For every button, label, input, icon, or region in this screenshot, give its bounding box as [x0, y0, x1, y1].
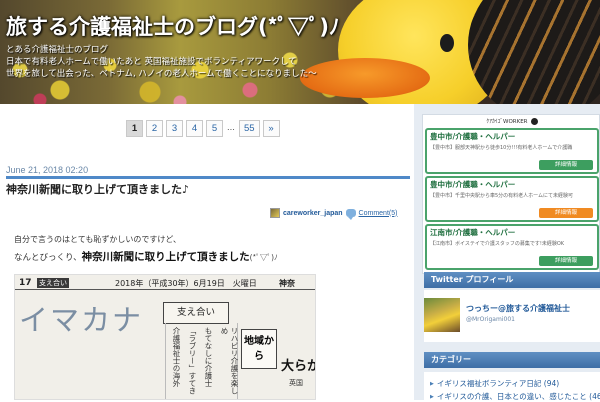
blog-description-line: 世界を旅して出会った、ベトナム, ハノイの老人ホームで働くことになりました〜	[6, 69, 317, 79]
comment-icon	[345, 209, 356, 220]
blog-description: とある介護福祉士のブログ 日本で有料老人ホームで働いたあと 英国福祉施設でボラン…	[6, 44, 317, 80]
page-3-button[interactable]: 3	[166, 120, 183, 137]
job-ad-details-button[interactable]: 詳細情報	[539, 160, 593, 170]
job-ad-card[interactable]: 豊中市/介護職・ヘルパー 【豊中市】服部天神駅から徒歩10分!!!有料老人ホーム…	[425, 128, 599, 174]
job-ad-details-button[interactable]: 詳細情報	[539, 256, 593, 266]
job-ad-description: 【豊中市】服部天神駅から徒歩10分!!!有料老人ホームで介護職	[430, 145, 573, 151]
ad-brand-label: ｹｱｶｲｺﾞWORKER	[486, 119, 528, 125]
post-body-emoticon: (*ﾟ▽ﾟ)ﾉ	[249, 253, 278, 262]
newspaper-column-text: 介護福祉士の海外	[172, 327, 181, 387]
blog-header-banner[interactable]: 旅する介護福祉士のブログ(*ﾟ▽ﾟ)ﾉ とある介護福祉士のブログ 日本で有料老人…	[0, 0, 600, 104]
category-item[interactable]: イギリス福祉ボランティア日記 (94)	[430, 378, 559, 389]
post-meta: careworker_japan Comment(5)	[270, 208, 398, 220]
samurai-helmet-image	[468, 0, 600, 104]
newspaper-name: 神奈	[279, 279, 295, 288]
newspaper-side-box: 地域から	[241, 329, 277, 369]
job-ad-heading[interactable]: 豊中市/介護職・ヘルパー	[430, 131, 515, 142]
post-divider	[6, 176, 410, 179]
newspaper-clipping-image[interactable]: 17 支え合い 2018年（平成30年）6月19日 火曜日 神奈 イマカナ 支え…	[14, 274, 316, 400]
post-date: June 21, 2018 02:20	[6, 165, 89, 175]
profile-avatar[interactable]	[424, 298, 460, 332]
next-page-button[interactable]: »	[262, 120, 280, 137]
blog-description-line: 日本で有料老人ホームで働いたあと 英国福祉施設でボランティアワークして	[6, 57, 297, 67]
post-body-text: なんとびっくり、	[14, 253, 82, 263]
page-4-button[interactable]: 4	[186, 120, 203, 137]
job-ad-heading[interactable]: 江南市/介護職・ヘルパー	[430, 227, 515, 238]
category-widget: カテゴリー	[424, 352, 600, 368]
job-ad-description: 【江南市】ボイステイで介護スタッフの募集です!未経験OK	[430, 241, 565, 247]
duck-beak-image	[300, 58, 430, 98]
post-author-link[interactable]: careworker_japan	[283, 210, 343, 217]
newspaper-column-text: リハビリ介護を楽しめ	[220, 327, 239, 395]
page-last-button[interactable]: 55	[239, 120, 260, 137]
newspaper-small-text: 英国	[289, 379, 303, 387]
job-ad-widget: ｹｱｶｲｺﾞWORKER 豊中市/介護職・ヘルパー 【豊中市】服部天神駅から徒歩…	[422, 114, 600, 274]
ad-brand[interactable]: ｹｱｶｲｺﾞWORKER	[423, 115, 600, 127]
twitter-widget-title: Twitter プロフィール	[424, 272, 600, 288]
category-item[interactable]: イギリスの介護、日本との違い、感じたこと (46)	[430, 391, 600, 402]
profile-handle[interactable]: @MrOrigami001	[466, 316, 515, 323]
category-widget-title: カテゴリー	[424, 352, 600, 368]
blog-description-line: とある介護福祉士のブログ	[6, 45, 109, 55]
profile-name-link[interactable]: つっちー@旅する介護福祉士	[466, 303, 570, 314]
job-ad-heading[interactable]: 豊中市/介護職・ヘルパー	[430, 179, 515, 190]
newspaper-big-text: 大らかな	[281, 359, 315, 374]
duck-eye-image	[440, 34, 454, 52]
job-ad-card[interactable]: 江南市/介護職・ヘルパー 【江南市】ボイステイで介護スタッフの募集です!未経験O…	[425, 224, 599, 270]
page-1-button[interactable]: 1	[126, 120, 143, 137]
post-title[interactable]: 神奈川新聞に取り上げて頂きました♪	[6, 181, 189, 197]
newspaper-box-label: 支え合い	[163, 302, 229, 324]
twitter-profile-widget: Twitter プロフィール	[424, 272, 600, 288]
category-list: イギリス福祉ボランティア日記 (94) イギリスの介護、日本との違い、感じたこと…	[424, 372, 600, 402]
post-body-line: なんとびっくり、神奈川新聞に取り上げて頂きました(*ﾟ▽ﾟ)ﾉ	[14, 249, 278, 264]
main-column: 1 2 3 4 5 ... 55 » June 21, 2018 02:20 神…	[0, 104, 414, 400]
page-5-button[interactable]: 5	[206, 120, 223, 137]
comment-link[interactable]: Comment(5)	[359, 210, 398, 217]
blog-title[interactable]: 旅する介護福祉士のブログ(*ﾟ▽ﾟ)ﾉ	[6, 11, 340, 41]
newspaper-column-text: もてなしに介護士	[204, 327, 213, 387]
job-ad-description: 【豊中市】千里中央駅から車5分の有料老人ホームにて未経験可	[430, 193, 574, 199]
job-ad-card[interactable]: 豊中市/介護職・ヘルパー 【豊中市】千里中央駅から車5分の有料老人ホームにて未経…	[425, 176, 599, 222]
twitter-profile: つっちー@旅する介護福祉士 @MrOrigami001	[424, 290, 600, 342]
page-2-button[interactable]: 2	[146, 120, 163, 137]
newspaper-column-text: 「ラブリー」すてき	[188, 327, 197, 395]
post-body-line: 自分で言うのはとても恥ずかしいのですけど、	[14, 235, 181, 244]
post-body-bold: 神奈川新聞に取り上げて頂きました	[81, 251, 250, 263]
author-avatar[interactable]	[270, 208, 280, 218]
pagination-ellipsis: ...	[227, 122, 235, 133]
newspaper-date: 2018年（平成30年）6月19日 火曜日	[115, 279, 257, 288]
newspaper-section-tag: 支え合い	[37, 278, 69, 288]
newspaper-column-rule	[165, 323, 166, 399]
newspaper-page-number: 17	[19, 278, 32, 288]
pagination: 1 2 3 4 5 ... 55 »	[126, 120, 280, 137]
job-ad-details-button[interactable]: 詳細情報	[539, 208, 593, 218]
ad-logo-icon	[530, 117, 538, 125]
newspaper-headline: イマカナ	[19, 303, 144, 337]
